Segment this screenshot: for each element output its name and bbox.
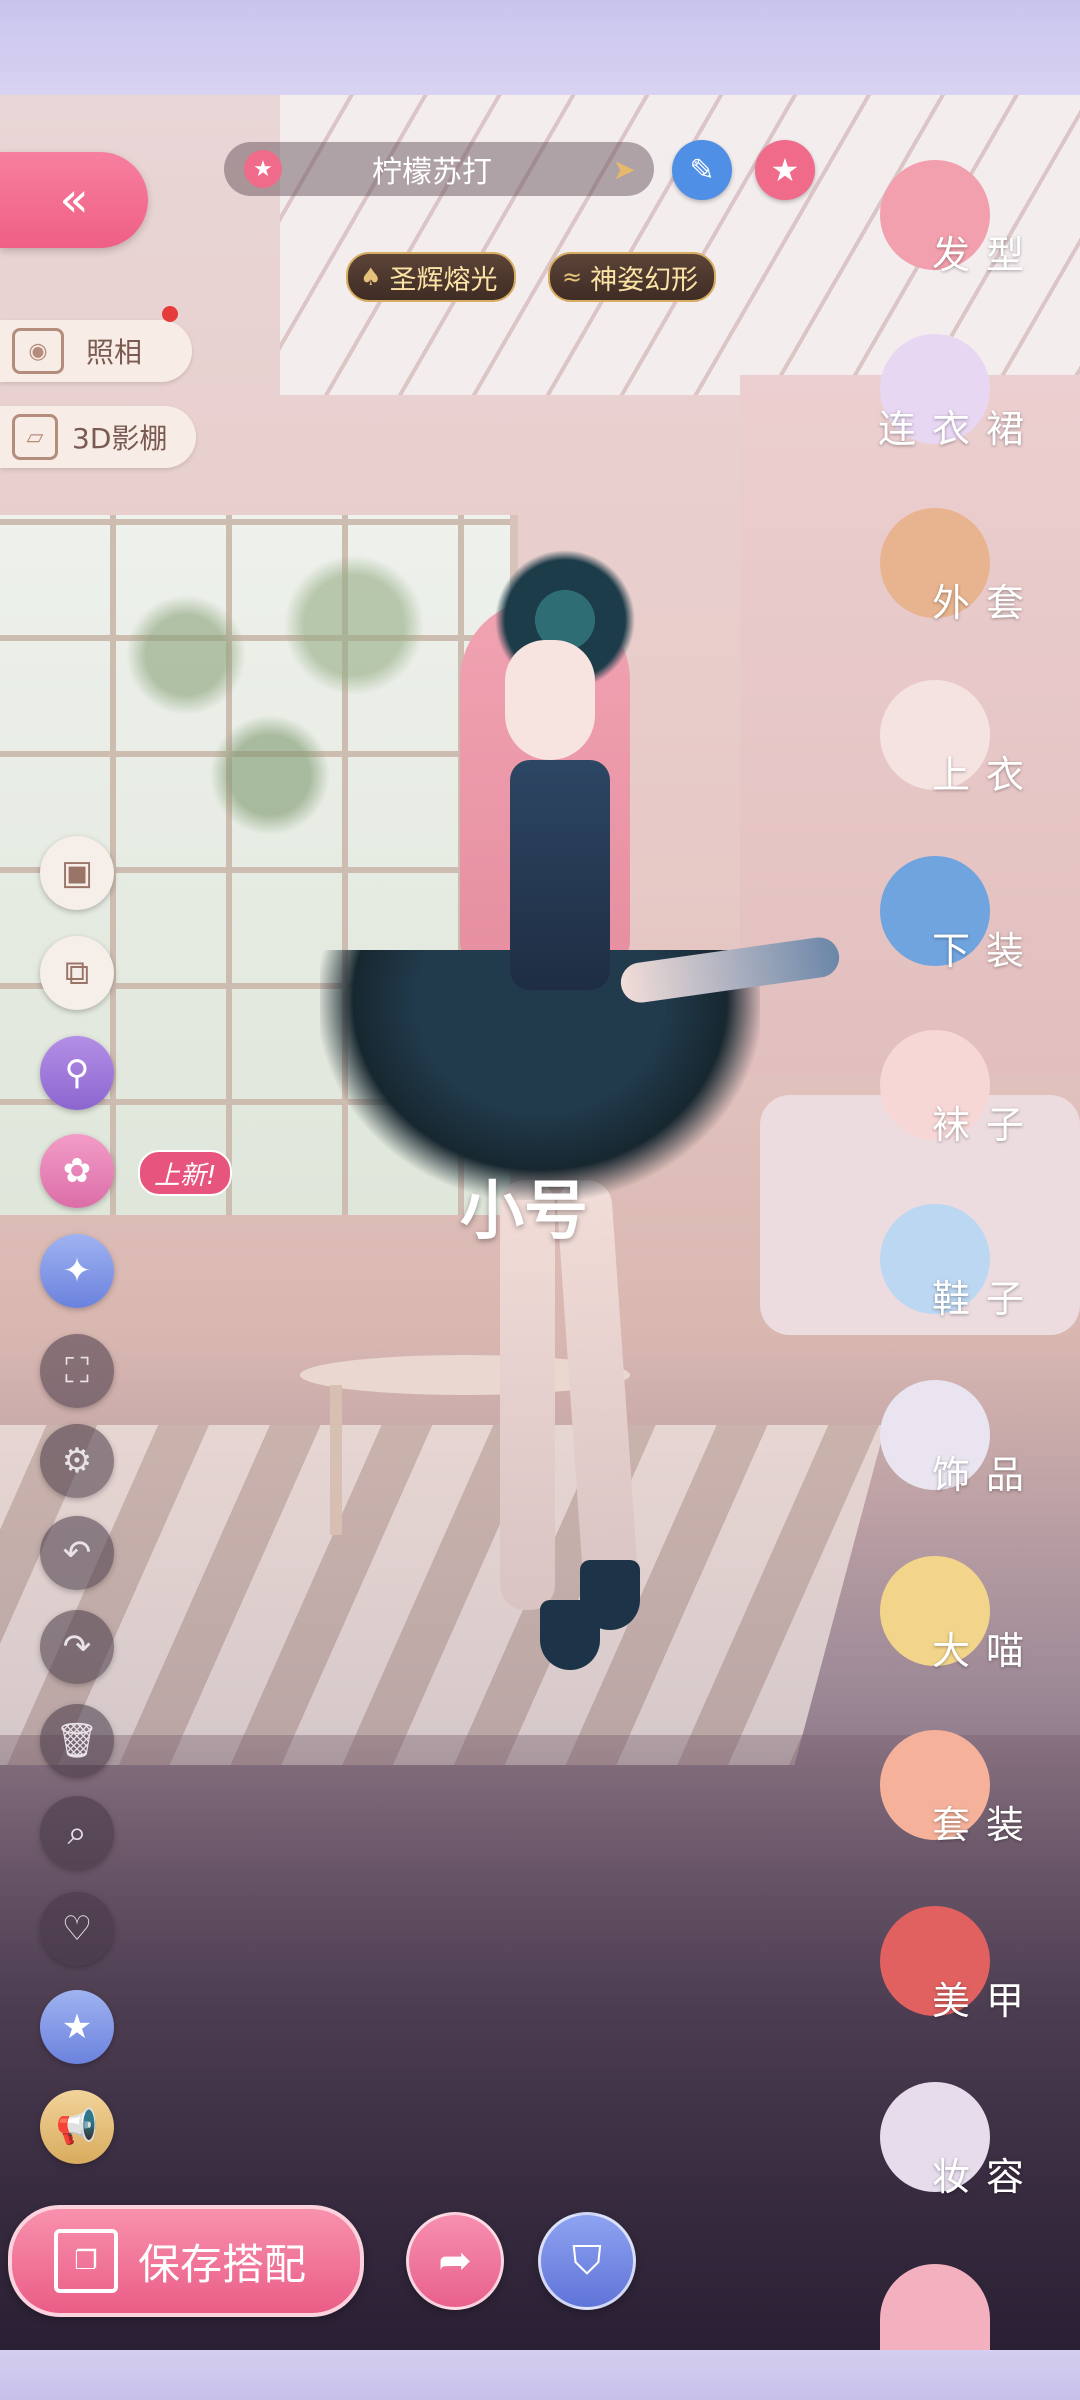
collection-tool[interactable]: ★ [40, 1990, 114, 2064]
table-leg [330, 1385, 342, 1535]
category-label: 下装 [931, 929, 1040, 973]
save-label: 保存搭配 [138, 2239, 307, 2289]
character-shoe [580, 1560, 640, 1630]
save-outfit-button[interactable]: ❐ 保存搭配 [8, 2205, 364, 2317]
category-bottoms[interactable]: 下装 [860, 856, 1080, 1016]
notification-dot [162, 306, 178, 322]
star-badge-icon: ★ [61, 2007, 93, 2047]
category-hairstyle[interactable]: 发型 [860, 160, 1080, 320]
effect-tool[interactable]: ✦ [40, 1234, 114, 1308]
wing-crest-icon: ≈ [562, 263, 583, 291]
top-frame [0, 0, 1080, 95]
studio-button[interactable]: ▱ 3D影棚 [0, 406, 196, 468]
trash-icon: 🗑 [55, 1721, 99, 1761]
save-outfit-icon: ❐ [54, 2229, 118, 2293]
search-icon: ⌕ [67, 1813, 87, 1853]
category-label: 外套 [931, 581, 1040, 625]
category-accessories[interactable]: 饰品 [860, 1380, 1080, 1540]
rug [0, 1425, 886, 1765]
pencil-icon: ✎ [689, 152, 715, 188]
new-badge: 上新! [138, 1150, 233, 1196]
bottom-frame [0, 2350, 1080, 2400]
redo-icon: ↷ [62, 1627, 92, 1667]
megaphone-icon: 📢 [55, 2107, 99, 2147]
watermark-text: 小号 [460, 1175, 588, 1249]
expand-icon: ⛶ [65, 1351, 89, 1391]
category-label: 饰品 [931, 1453, 1040, 1497]
outfit-name: 柠檬苏打 [372, 155, 492, 190]
category-coat[interactable]: 外套 [860, 508, 1080, 668]
category-label: 连衣裙 [877, 407, 1040, 451]
share-arrow-icon: ➦ [438, 2238, 472, 2284]
double-chevron-left-icon: « [59, 172, 89, 228]
heart-icon: ♡ [61, 1909, 93, 1949]
camera-icon: ◉ [12, 328, 64, 374]
category-label: 发型 [931, 233, 1040, 277]
character-face [505, 640, 595, 760]
category-label: 大喵 [931, 1629, 1040, 1673]
share-button[interactable]: ➦ [406, 2212, 504, 2310]
announce-tool[interactable]: 📢 [40, 2090, 114, 2164]
category-label: 鞋子 [931, 1277, 1040, 1321]
back-button[interactable]: « [0, 152, 148, 248]
category-socks[interactable]: 袜子 [860, 1030, 1080, 1190]
phone-frame-icon: ▣ [60, 853, 94, 893]
favorite-button[interactable]: ★ [755, 140, 815, 200]
palette-tool[interactable]: ✿ [40, 1134, 114, 1208]
category-character[interactable] [860, 2264, 1080, 2350]
edit-name-button[interactable]: ✎ [672, 140, 732, 200]
favorite-tool[interactable]: ♡ [40, 1892, 114, 1966]
settings-tool[interactable]: ⚙ [40, 1424, 114, 1498]
category-outfit-set[interactable]: 套装 [860, 1730, 1080, 1890]
badge-label: 神姿幻形 [590, 264, 699, 296]
undo-tool[interactable]: ↶ [40, 1516, 114, 1590]
vines [60, 535, 480, 835]
wardrobe-button[interactable]: ⛉ [538, 2212, 636, 2310]
category-label: 妆容 [931, 2155, 1040, 2199]
cube-icon: ▱ [12, 414, 58, 460]
palette-icon: ✿ [62, 1151, 92, 1191]
arrow-right-icon: ➤ [612, 152, 636, 186]
category-shoes[interactable]: 鞋子 [860, 1204, 1080, 1364]
fullscreen-tool[interactable]: ⛶ [40, 1334, 114, 1408]
category-label: 上衣 [931, 753, 1040, 797]
category-nails[interactable]: 美甲 [860, 1906, 1080, 2066]
category-makeup[interactable]: 妆容 [860, 2082, 1080, 2242]
category-label: 美甲 [931, 1979, 1040, 2023]
star-icon: ★ [770, 151, 800, 189]
inspect-tool[interactable]: ⚲ [40, 1036, 114, 1110]
sparkle-star-icon: ✦ [62, 1251, 92, 1291]
magnify-swap-icon: ⚲ [64, 1053, 90, 1093]
category-blouse[interactable]: 上衣 [860, 680, 1080, 840]
star-icon: ★ [244, 150, 282, 188]
layers-icon: ⧉ [64, 953, 90, 993]
category-dress[interactable]: 连衣裙 [860, 334, 1080, 494]
studio-label: 3D影棚 [72, 422, 168, 455]
layer-tool[interactable]: ⧉ [40, 936, 114, 1010]
category-label: 袜子 [931, 1103, 1040, 1147]
flame-crest-icon: ♠ [360, 263, 382, 291]
badge-label: 圣辉熔光 [389, 264, 498, 296]
badge-shenghui[interactable]: ♠ 圣辉熔光 [346, 252, 516, 302]
undo-icon: ↶ [62, 1533, 92, 1573]
character-icon [880, 2264, 990, 2350]
pose-tool[interactable]: ▣ [40, 836, 114, 910]
wardrobe-icon: ⛉ [572, 2238, 602, 2284]
redo-tool[interactable]: ↷ [40, 1610, 114, 1684]
category-label: 套装 [931, 1803, 1040, 1847]
badge-shenzi[interactable]: ≈ 神姿幻形 [548, 252, 717, 302]
category-cat[interactable]: 大喵 [860, 1556, 1080, 1716]
photo-button[interactable]: ◉ 照相 [0, 320, 192, 382]
photo-label: 照相 [86, 336, 143, 369]
delete-tool[interactable]: 🗑 [40, 1704, 114, 1778]
gear-icon: ⚙ [61, 1441, 93, 1481]
search-tool[interactable]: ⌕ [40, 1796, 114, 1870]
character-bodice [510, 760, 610, 990]
outfit-name-bar[interactable]: ★ 柠檬苏打 ➤ [224, 142, 654, 196]
